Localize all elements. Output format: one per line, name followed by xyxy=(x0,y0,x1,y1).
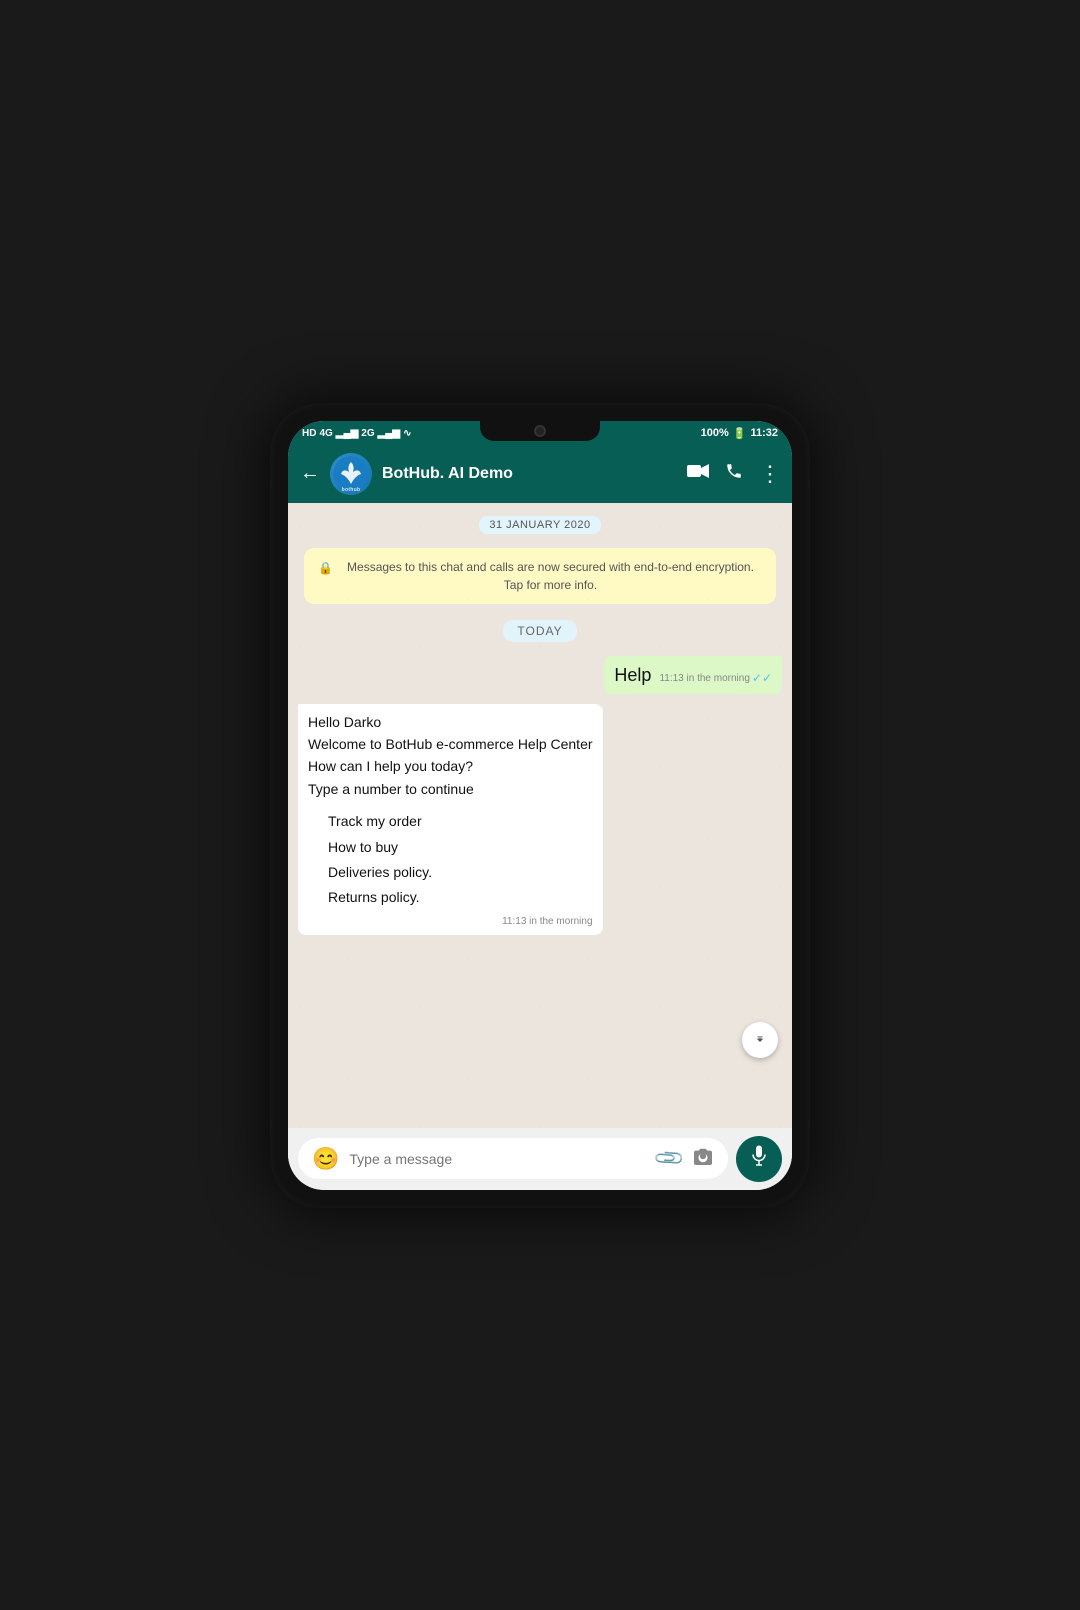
today-badge-text: TODAY xyxy=(503,620,576,642)
sent-message-content: Help 11:13 in the morning ✓✓ xyxy=(614,663,772,688)
date-badge-text: 31 JANUARY 2020 xyxy=(479,516,600,534)
phone-frame: HD 4G ▂▄▆ 2G ▂▄▆ ∿ 100% 🔋 11:32 ← xyxy=(270,403,810,1208)
network-4g: 4G xyxy=(319,428,332,439)
menu-item-2: How to buy xyxy=(328,836,593,858)
camera-button[interactable] xyxy=(692,1147,714,1171)
mic-button[interactable] xyxy=(736,1136,782,1182)
phone-screen: HD 4G ▂▄▆ 2G ▂▄▆ ∿ 100% 🔋 11:32 ← xyxy=(288,421,792,1190)
clock: 11:32 xyxy=(750,427,778,439)
sent-message-time: 11:13 in the morning xyxy=(659,672,749,686)
bot-welcome: Welcome to BotHub e-commerce Help Center xyxy=(308,733,593,755)
video-call-icon[interactable] xyxy=(687,463,709,484)
avatar-label-text: bothub xyxy=(342,487,361,493)
bot-message-text: Hello Darko Welcome to BotHub e-commerce… xyxy=(308,711,593,909)
battery-level: 100% xyxy=(701,427,729,439)
sent-message-row: Help 11:13 in the morning ✓✓ xyxy=(298,656,782,694)
header-icons: ⋮ xyxy=(687,461,780,487)
phone-notch xyxy=(480,421,600,441)
phone-call-icon[interactable] xyxy=(725,462,743,485)
input-bar: 😊 📎 xyxy=(288,1128,792,1190)
mic-icon xyxy=(750,1145,768,1173)
input-container: 😊 📎 xyxy=(298,1138,728,1179)
encryption-text: Messages to this chat and calls are now … xyxy=(339,558,762,594)
sent-message-bubble: Help 11:13 in the morning ✓✓ xyxy=(604,656,782,694)
network-2g: 2G xyxy=(361,428,374,439)
received-message-row: Hello Darko Welcome to BotHub e-commerce… xyxy=(298,704,782,935)
signal-2g: ▂▄▆ xyxy=(378,428,400,439)
status-right: 100% 🔋 11:32 xyxy=(701,427,778,440)
bot-message-time: 11:13 in the morning xyxy=(502,915,592,929)
menu-item-1: Track my order xyxy=(328,810,593,832)
menu-item-3: Deliveries policy. xyxy=(328,861,593,883)
read-receipts: ✓✓ xyxy=(752,670,772,687)
wifi-icon: ∿ xyxy=(403,428,411,439)
bot-greeting: Hello Darko xyxy=(308,711,593,733)
menu-item-4: Returns policy. xyxy=(328,886,593,908)
bot-message-footer: 11:13 in the morning xyxy=(308,915,593,929)
chat-area: 31 JANUARY 2020 🔒 Messages to this chat … xyxy=(288,503,792,1128)
sent-message-text: Help xyxy=(614,663,651,688)
battery-icon: 🔋 xyxy=(733,427,747,440)
avatar[interactable]: bothub xyxy=(330,453,372,495)
message-input[interactable] xyxy=(349,1151,647,1167)
chat-header: ← bothub BotHub. AI Demo xyxy=(288,445,792,503)
bot-question: How can I help you today? xyxy=(308,755,593,777)
camera-dot xyxy=(534,425,546,437)
scroll-down-button[interactable] xyxy=(742,1022,778,1058)
back-button[interactable]: ← xyxy=(300,462,320,485)
avatar-image: bothub xyxy=(330,453,372,495)
encryption-notice[interactable]: 🔒 Messages to this chat and calls are no… xyxy=(304,548,776,604)
received-message-bubble: Hello Darko Welcome to BotHub e-commerce… xyxy=(298,704,603,935)
attach-button[interactable]: 📎 xyxy=(652,1141,687,1176)
emoji-button[interactable]: 😊 xyxy=(312,1148,339,1170)
status-left: HD 4G ▂▄▆ 2G ▂▄▆ ∿ xyxy=(302,428,411,439)
bot-menu-list: Track my order How to buy Deliveries pol… xyxy=(328,810,593,909)
contact-name: BotHub. AI Demo xyxy=(382,465,677,483)
today-label: TODAY xyxy=(503,620,576,642)
sent-message-meta: 11:13 in the morning ✓✓ xyxy=(659,666,772,687)
carrier-label: HD xyxy=(302,428,316,439)
lock-icon: 🔒 xyxy=(318,559,333,577)
more-options-icon[interactable]: ⋮ xyxy=(759,461,780,487)
bot-instruction: Type a number to continue xyxy=(308,778,593,800)
date-header: 31 JANUARY 2020 xyxy=(479,515,600,534)
header-info: BotHub. AI Demo xyxy=(382,465,677,483)
signal-4g: ▂▄▆ xyxy=(336,428,358,439)
